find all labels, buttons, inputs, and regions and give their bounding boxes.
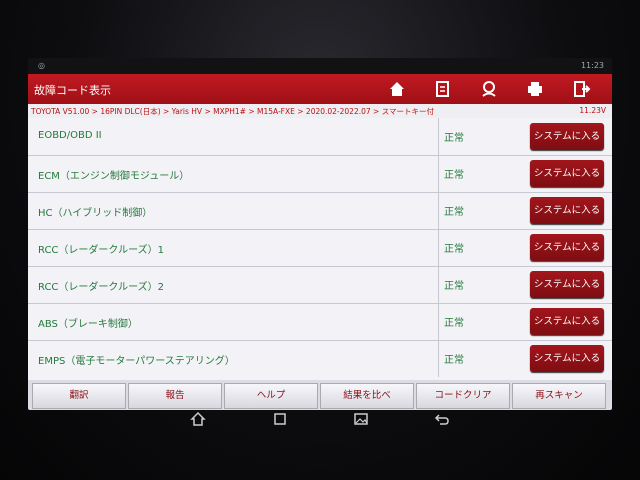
recents-icon[interactable] <box>271 410 289 428</box>
system-name: HC（ハイブリッド制御） <box>38 208 153 219</box>
support-icon[interactable] <box>478 78 500 100</box>
print-icon[interactable] <box>524 78 546 100</box>
system-status: 正常 <box>444 170 464 181</box>
list-item: EOBD/OBD II 正常 システムに入る <box>28 118 612 156</box>
gallery-icon[interactable] <box>352 410 370 428</box>
enter-system-button[interactable]: システムに入る <box>530 345 604 372</box>
divider <box>438 192 439 229</box>
enter-system-button[interactable]: システムに入る <box>530 308 604 335</box>
page-title: 故障コード表示 <box>34 84 111 97</box>
divider <box>438 118 439 155</box>
list-item: ABS（ブレーキ制御） 正常 システムに入る <box>28 303 612 341</box>
system-name: RCC（レーダークルーズ）2 <box>38 282 164 293</box>
breadcrumb-path: TOYOTA V51.00 > 16PIN DLC(日本) > Yaris HV… <box>31 107 434 116</box>
system-status: 正常 <box>444 281 464 292</box>
system-list: EOBD/OBD II 正常 システムに入る ECM（エンジン制御モジュール） … <box>28 118 612 381</box>
divider <box>438 303 439 340</box>
breadcrumb: TOYOTA V51.00 > 16PIN DLC(日本) > Yaris HV… <box>28 104 612 118</box>
enter-system-button[interactable]: システムに入る <box>530 123 604 150</box>
list-item: HC（ハイブリッド制御） 正常 システムに入る <box>28 192 612 230</box>
system-name: ABS（ブレーキ制御） <box>38 319 138 330</box>
divider <box>438 229 439 266</box>
enter-system-button[interactable]: システムに入る <box>530 234 604 261</box>
android-nav-bar <box>0 404 640 434</box>
system-name: RCC（レーダークルーズ）1 <box>38 245 164 256</box>
list-item: EMPS（電子モーターパワーステアリング） 正常 システムに入る <box>28 340 612 381</box>
system-status: 正常 <box>444 318 464 329</box>
enter-system-button[interactable]: システムに入る <box>530 197 604 224</box>
title-bar: 故障コード表示 <box>28 74 612 104</box>
home-icon[interactable] <box>386 78 408 100</box>
back-icon[interactable] <box>433 410 451 428</box>
list-item: RCC（レーダークルーズ）1 正常 システムに入る <box>28 229 612 267</box>
status-bar: ◎ 11:23 <box>28 58 612 74</box>
system-status: 正常 <box>444 133 464 144</box>
clock: 11:23 <box>580 61 604 70</box>
divider <box>438 340 439 377</box>
list-item: ECM（エンジン制御モジュール） 正常 システムに入る <box>28 155 612 193</box>
system-name: ECM（エンジン制御モジュール） <box>38 171 190 182</box>
enter-system-button[interactable]: システムに入る <box>530 271 604 298</box>
enter-system-button[interactable]: システムに入る <box>530 160 604 187</box>
divider <box>438 155 439 192</box>
system-status: 正常 <box>444 244 464 255</box>
notification-icon: ◎ <box>38 61 45 70</box>
system-name: EOBD/OBD II <box>38 130 102 141</box>
divider <box>438 266 439 303</box>
system-status: 正常 <box>444 355 464 366</box>
list-item: RCC（レーダークルーズ）2 正常 システムに入る <box>28 266 612 304</box>
home-icon[interactable] <box>189 410 207 428</box>
battery-voltage: 11.23V <box>579 106 606 115</box>
app-screen: ◎ 11:23 故障コード表示 TOYOTA V51.00 > 16PIN DL… <box>28 58 612 410</box>
system-status: 正常 <box>444 207 464 218</box>
system-name: EMPS（電子モーターパワーステアリング） <box>38 356 235 367</box>
exit-icon[interactable] <box>570 78 592 100</box>
report-edit-icon[interactable] <box>432 78 454 100</box>
